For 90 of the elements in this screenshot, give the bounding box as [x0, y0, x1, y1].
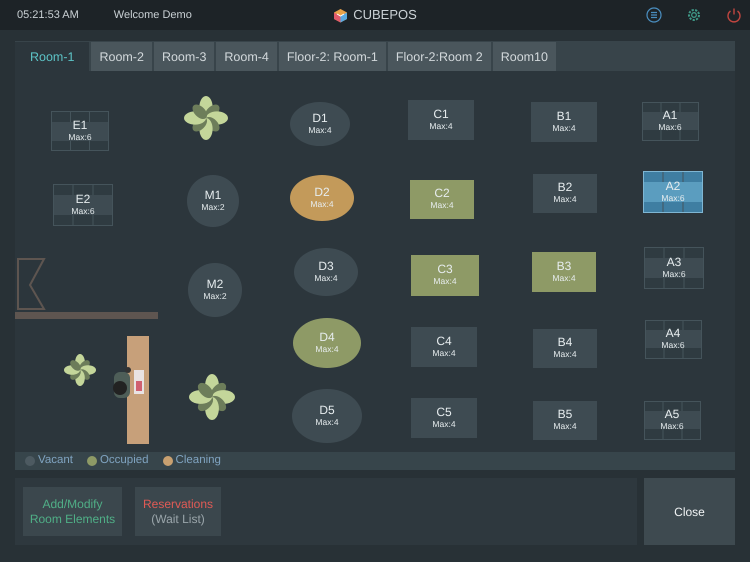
table-name: D1: [312, 112, 328, 125]
action-button[interactable]: Add/Modify Room Elements: [23, 487, 122, 536]
table-element[interactable]: A3 Max:6: [644, 247, 704, 289]
table-element[interactable]: D1 Max:4: [290, 102, 350, 146]
table-capacity: Max:4: [553, 194, 577, 205]
table-name: B4: [558, 336, 572, 349]
table-name: A1: [662, 109, 678, 122]
table-capacity: Max:4: [552, 273, 576, 284]
table-capacity: Max:4: [429, 121, 453, 132]
table-capacity: Max:6: [68, 132, 92, 143]
table-name: D2: [314, 186, 330, 199]
table-capacity: Max:6: [662, 269, 686, 280]
room-tab[interactable]: Room-3: [154, 42, 216, 72]
table-name: A2: [666, 180, 680, 193]
table-element[interactable]: M2 Max:2: [188, 263, 242, 317]
table-element[interactable]: E2 Max:6: [53, 184, 113, 226]
plant-icon: [189, 374, 235, 420]
table-name: A5: [664, 408, 680, 421]
clock-time: 05:21:53 AM: [17, 8, 79, 23]
table-element[interactable]: M1 Max:2: [187, 175, 239, 227]
table-element[interactable]: B2 Max:4: [533, 174, 597, 212]
plant-icon: [64, 354, 96, 386]
table-element[interactable]: A5 Max:6: [644, 400, 700, 440]
table-element[interactable]: D3 Max:4: [294, 248, 358, 296]
table-element[interactable]: C1 Max:4: [408, 100, 474, 140]
room-tab[interactable]: Floor-2:Room 2: [388, 42, 493, 72]
table-capacity: Max:2: [201, 202, 225, 213]
table-element[interactable]: C4 Max:4: [411, 327, 477, 367]
table-name: B2: [558, 181, 572, 194]
table-capacity: Max:4: [553, 421, 577, 432]
welcome-text: Welcome Demo: [114, 8, 192, 23]
table-capacity: Max:4: [430, 200, 454, 211]
table-capacity: Max:6: [661, 193, 685, 204]
table-capacity: Max:4: [315, 417, 339, 428]
table-name: C1: [433, 108, 449, 121]
table-element[interactable]: C5 Max:4: [411, 398, 477, 438]
table-element[interactable]: B1 Max:4: [531, 102, 597, 142]
power-icon[interactable]: [726, 7, 742, 23]
table-element[interactable]: B5 Max:4: [533, 400, 597, 440]
table-name: B5: [558, 408, 572, 421]
table-name: E1: [72, 119, 88, 132]
table-capacity: Max:4: [432, 348, 456, 359]
door-drawing: [16, 257, 46, 311]
table-capacity: Max:4: [433, 276, 457, 287]
table-name: A3: [666, 256, 682, 269]
table-name: C2: [434, 187, 450, 200]
table-capacity: Max:6: [658, 122, 682, 133]
table-name: B3: [556, 260, 572, 273]
table-capacity: Max:4: [314, 273, 338, 284]
table-name: E2: [76, 193, 90, 206]
table-name: C3: [437, 263, 453, 276]
legend-label: Cleaning: [176, 453, 221, 468]
table-name: C5: [436, 406, 452, 419]
legend-label: Vacant: [38, 453, 73, 468]
table-element[interactable]: E1 Max:6: [51, 111, 109, 151]
close-button[interactable]: Close: [644, 478, 735, 545]
legend-label: Occupied: [100, 453, 149, 468]
table-name: C4: [436, 335, 452, 348]
table-name: D3: [318, 260, 334, 273]
room-tab[interactable]: Room-2: [91, 42, 154, 72]
table-capacity: Max:4: [315, 344, 339, 355]
table-capacity: Max:2: [203, 291, 227, 302]
app-name: CUBEPOS: [353, 6, 417, 24]
table-name: M2: [206, 278, 224, 291]
table-element[interactable]: A4 Max:6: [644, 320, 702, 358]
settings-icon[interactable]: [686, 7, 702, 23]
cube-logo-icon: [333, 8, 348, 22]
table-name: D4: [319, 331, 335, 344]
table-element[interactable]: D5 Max:4: [292, 389, 362, 443]
table-capacity: Max:4: [553, 349, 577, 360]
room-tab[interactable]: Room-4: [216, 42, 279, 72]
room-tab[interactable]: Room10: [492, 42, 558, 72]
action-button[interactable]: Reservations (Wait List): [135, 487, 221, 536]
table-name: A4: [666, 327, 680, 340]
table-name: B1: [556, 110, 572, 123]
table-element[interactable]: A1 Max:6: [642, 102, 698, 140]
table-capacity: Max:4: [310, 199, 334, 210]
table-element[interactable]: B4 Max:4: [533, 328, 597, 368]
table-name: M1: [204, 189, 222, 202]
table-capacity: Max:6: [660, 421, 684, 432]
table-name: D5: [319, 404, 335, 417]
room-tab[interactable]: Floor-2: Room-1: [278, 42, 388, 72]
table-capacity: Max:6: [71, 206, 95, 217]
table-capacity: Max:6: [661, 340, 685, 351]
table-capacity: Max:4: [432, 419, 456, 430]
table-capacity: Max:4: [552, 123, 576, 134]
plant-icon: [184, 96, 228, 140]
list-icon[interactable]: [646, 7, 662, 23]
table-capacity: Max:4: [308, 125, 332, 136]
room-tab[interactable]: Room-1: [15, 42, 92, 72]
